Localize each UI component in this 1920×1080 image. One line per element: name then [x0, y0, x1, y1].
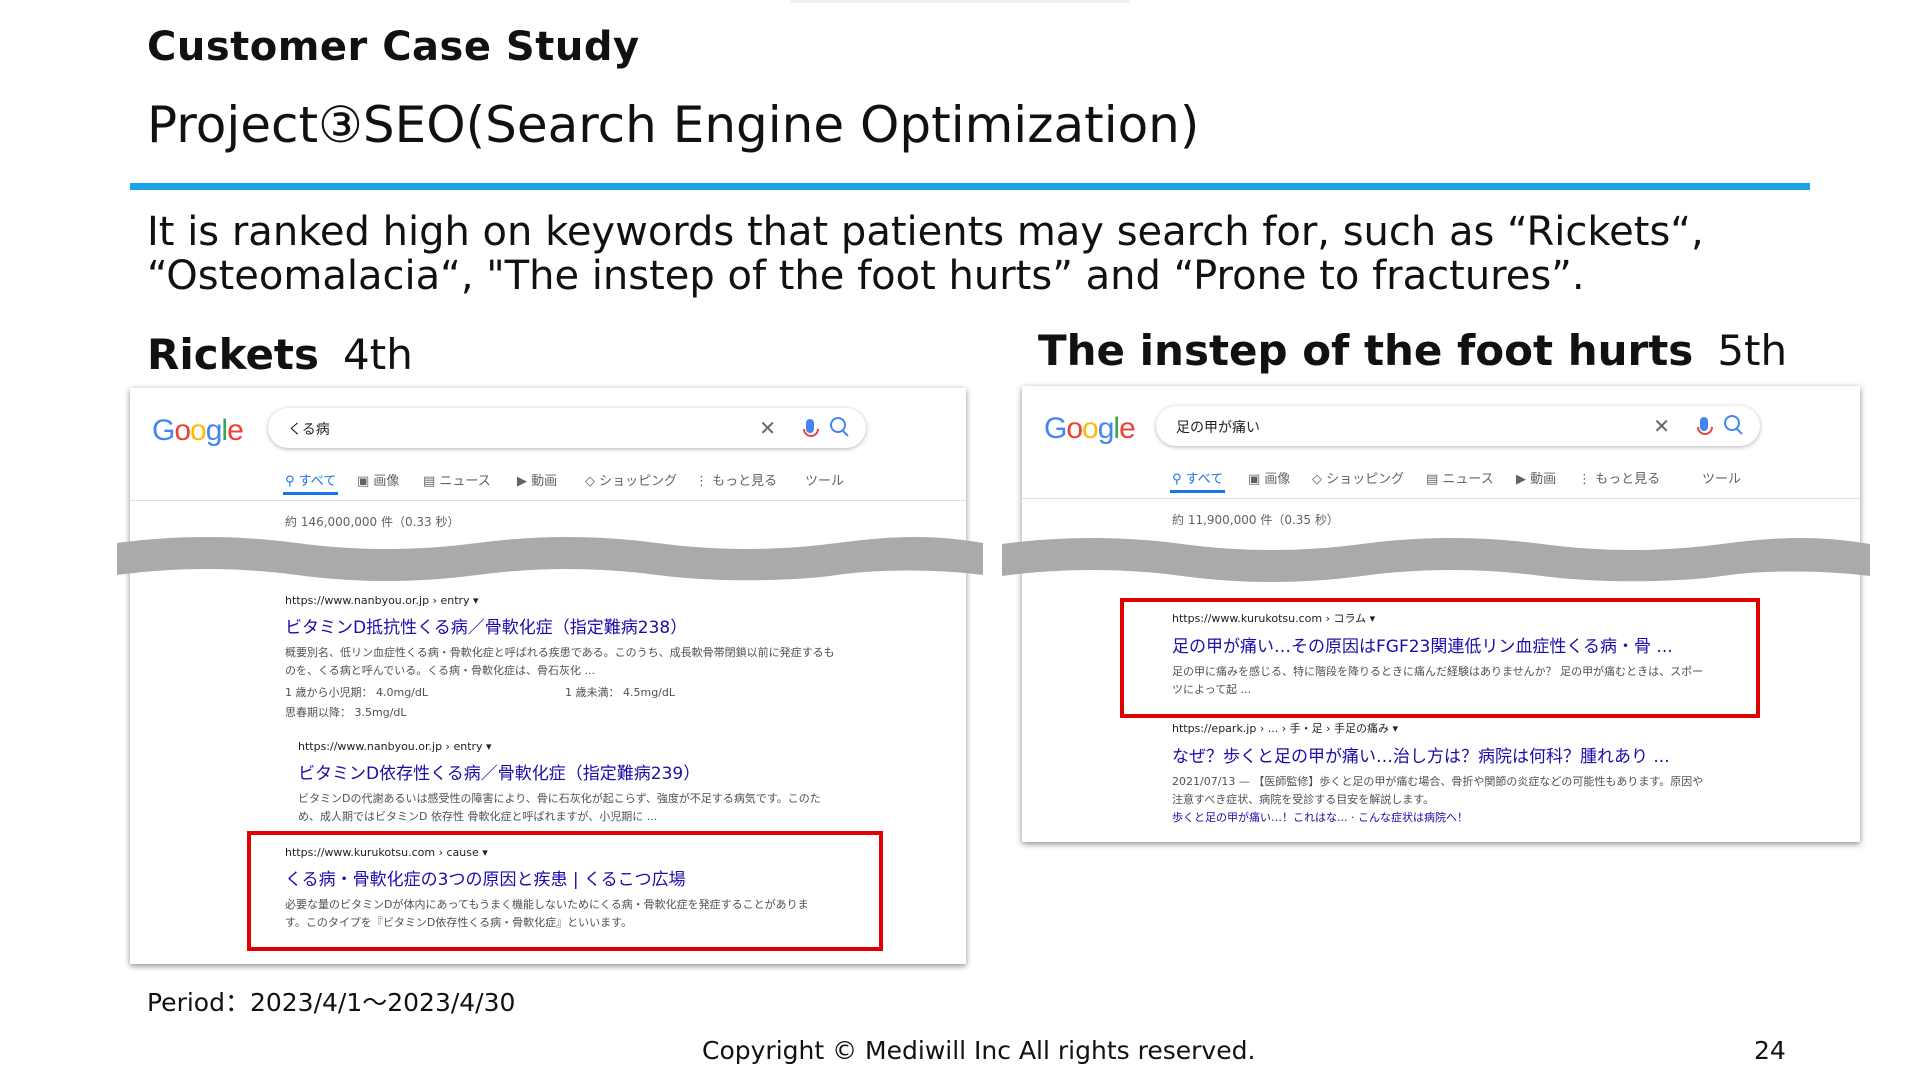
result-url[interactable]: https://epark.jp › ... › 手・足 › 手足の痛み ▾	[1172, 720, 1712, 736]
result-title-link[interactable]: ビタミンD依存性くる病／骨軟化症（指定難病239）	[298, 759, 838, 784]
tab-tools[interactable]: ツール	[805, 470, 844, 489]
page-number: 24	[1754, 1036, 1786, 1065]
search-icon[interactable]	[830, 417, 846, 433]
search-result-2: https://epark.jp › ... › 手・足 › 手足の痛み ▾ な…	[1172, 720, 1712, 827]
tab-images[interactable]: ▣ 画像	[1248, 468, 1290, 487]
slide-title: Project③SEO(Search Engine Optimization)	[147, 96, 1200, 154]
tab-all[interactable]: ⚲ すべて	[282, 470, 339, 495]
result-count: 約 146,000,000 件（0.33 秒）	[285, 515, 460, 529]
left-highlight-box	[247, 831, 883, 951]
right-rank: 5th	[1717, 326, 1788, 375]
right-keyword-heading: The instep of the foot hurts 5th	[1038, 326, 1787, 375]
right-keyword: The instep of the foot hurts	[1038, 326, 1694, 375]
tab-news[interactable]: ▤ ニュース	[423, 470, 491, 489]
left-keyword: Rickets	[147, 330, 319, 379]
search-result-2: https://www.nanbyou.or.jp › entry ▾ ビタミン…	[298, 740, 838, 826]
search-input[interactable]: くる病 ✕	[268, 408, 866, 448]
google-logo: Google	[152, 414, 244, 447]
search-icon[interactable]	[1724, 415, 1740, 431]
result-snippet: ビタミンDの代謝あるいは感受性の障害により、骨に石灰化が起こらず、強度が不足する…	[298, 792, 821, 823]
fact-item: 1 歳未満： 4.5mg/dL	[565, 686, 675, 699]
search-query: くる病	[288, 422, 330, 438]
tabs-divider	[1022, 498, 1860, 499]
result-facts: 1 歳から小児期： 4.0mg/dL 1 歳未満： 4.5mg/dL	[285, 684, 845, 700]
title-divider	[130, 183, 1810, 190]
close-icon[interactable]: ✕	[1653, 414, 1670, 438]
result-title-link[interactable]: ビタミンD抵抗性くる病／骨軟化症（指定難病238）	[285, 613, 845, 638]
tab-shopping[interactable]: ◇ ショッピング	[585, 470, 677, 489]
slide-description: It is ranked high on keywords that patie…	[147, 209, 1704, 299]
result-count: 約 11,900,000 件（0.35 秒）	[1172, 513, 1339, 527]
tab-shopping[interactable]: ◇ ショッピング	[1312, 468, 1404, 487]
search-tabs: ⚲ すべて ▣ 画像 ▤ ニュース ▶ 動画 ◇ ショッピング ⋮ もっと見る …	[282, 470, 905, 498]
result-title-link[interactable]: なぜ？歩くと足の甲が痛い…治し方は？病院は何科？腫れあり ...	[1172, 742, 1712, 767]
tab-more[interactable]: ⋮ もっと見る	[695, 470, 777, 489]
tab-images[interactable]: ▣ 画像	[357, 470, 399, 489]
top-edge-bar	[790, 0, 1130, 3]
result-sitelinks[interactable]: 歩くと足の甲が痛い…！これはな... · こんな症状は病院へ！	[1172, 809, 1712, 827]
cut-wave-right	[1002, 538, 1870, 582]
tab-news[interactable]: ▤ ニュース	[1426, 468, 1494, 487]
fact-item: 1 歳から小児期： 4.0mg/dL	[285, 686, 428, 699]
tabs-divider	[130, 500, 966, 501]
result-url[interactable]: https://www.nanbyou.or.jp › entry ▾	[285, 594, 845, 607]
google-logo: Google	[1044, 412, 1136, 445]
microphone-icon[interactable]	[1697, 417, 1713, 435]
tab-videos[interactable]: ▶ 動画	[517, 470, 557, 489]
result-snippet: 2021/07/13 — 【医師監修】歩くと足の甲が痛む場合、骨折や関節の炎症な…	[1172, 775, 1704, 806]
search-input[interactable]: 足の甲が痛い ✕	[1156, 406, 1760, 446]
cut-wave-left	[117, 537, 983, 581]
tab-more[interactable]: ⋮ もっと見る	[1578, 468, 1660, 487]
slide-kicker: Customer Case Study	[147, 24, 640, 70]
period-note: Period：2023/4/1～2023/4/30	[147, 988, 516, 1017]
tab-tools[interactable]: ツール	[1702, 468, 1741, 487]
result-facts: 思春期以降： 3.5mg/dL	[285, 704, 845, 720]
copyright-footer: Copyright © Mediwill Inc All rights rese…	[702, 1036, 1256, 1065]
close-icon[interactable]: ✕	[759, 416, 776, 440]
tab-all[interactable]: ⚲ すべて	[1169, 468, 1226, 493]
tab-videos[interactable]: ▶ 動画	[1516, 468, 1556, 487]
search-tabs: ⚲ すべて ▣ 画像 ◇ ショッピング ▤ ニュース ▶ 動画 ⋮ もっと見る …	[1169, 468, 1792, 496]
microphone-icon[interactable]	[803, 419, 819, 437]
search-query: 足の甲が痛い	[1176, 420, 1260, 436]
result-url[interactable]: https://www.nanbyou.or.jp › entry ▾	[298, 740, 838, 753]
search-result-1: https://www.nanbyou.or.jp › entry ▾ ビタミン…	[285, 594, 845, 720]
left-rank: 4th	[343, 330, 413, 379]
fact-item: 思春期以降： 3.5mg/dL	[285, 706, 407, 719]
right-highlight-box	[1120, 598, 1760, 718]
result-snippet: 概要別名、低リン血症性くる病・骨軟化症と呼ばれる疾患である。このうち、成長軟骨帯…	[285, 646, 835, 677]
left-keyword-heading: Rickets 4th	[147, 330, 413, 379]
